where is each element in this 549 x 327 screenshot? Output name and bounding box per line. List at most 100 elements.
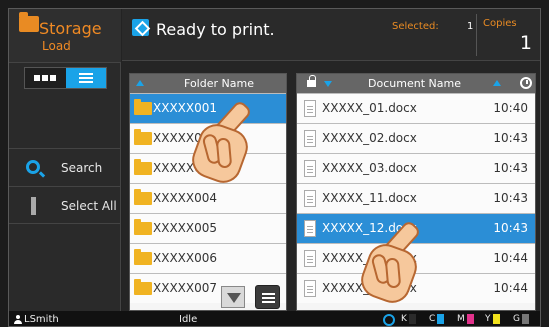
- folder-name: XXXXX006: [153, 251, 218, 265]
- document-name: XXXXX_12.docx: [322, 221, 417, 235]
- document-name: XXXXX_13.docx: [322, 251, 417, 265]
- select-all-label: Select All: [61, 199, 117, 213]
- folder-row[interactable]: XXXXX004: [130, 183, 286, 213]
- document-row[interactable]: XXXXX_14.docx 10:44: [297, 273, 535, 303]
- main-panel: Ready to print. Selected: 1 Copies 1 Fol…: [122, 9, 540, 311]
- document-name: XXXXX_03.docx: [322, 161, 417, 175]
- grid-view-button[interactable]: [25, 68, 66, 88]
- user-icon: [14, 315, 22, 324]
- folder-row[interactable]: XXXXX002: [130, 123, 286, 153]
- copies-value[interactable]: 1: [520, 32, 532, 54]
- ink-indicator: M: [457, 314, 474, 324]
- document-row[interactable]: XXXXX_13.docx 10:44: [297, 243, 535, 273]
- list-view-button[interactable]: [65, 68, 106, 88]
- document-row[interactable]: XXXXX_01.docx 10:40: [297, 93, 535, 123]
- document-row[interactable]: XXXXX_12.docx 10:43: [297, 213, 535, 243]
- ink-level-icon: [466, 314, 474, 324]
- copies-field[interactable]: Copies 1: [476, 14, 538, 56]
- document-row[interactable]: XXXXX_03.docx 10:43: [297, 153, 535, 183]
- ink-level-icon: [492, 314, 500, 324]
- lock-icon: [307, 75, 316, 87]
- selected-label: Selected:: [392, 21, 439, 32]
- document-icon: [304, 280, 316, 297]
- grid-view-icon: [34, 75, 57, 81]
- sort-arrow-icon: [324, 81, 332, 87]
- document-column-header[interactable]: Document Name: [297, 74, 535, 93]
- file-browser: Folder Name XXXXX001 XXXXX002 XXXXX003 XXXX…: [129, 73, 540, 311]
- sort-arrow-icon: [493, 80, 501, 86]
- folder-row[interactable]: XXXXX005: [130, 213, 286, 243]
- document-row[interactable]: XXXXX_11.docx 10:43: [297, 183, 535, 213]
- document-time: 10:44: [493, 251, 528, 265]
- ink-indicator: K: [401, 314, 416, 324]
- storage-load-window: Storage Load Search Select All Ready to …: [8, 8, 541, 327]
- ink-label: Y: [485, 314, 491, 324]
- select-all-icon: [31, 197, 36, 215]
- document-icon: [304, 190, 316, 207]
- ink-status-icon: [383, 314, 395, 326]
- folder-row[interactable]: XXXXX003: [130, 153, 286, 183]
- ink-indicator: C: [429, 314, 445, 324]
- machine-status: Idle: [179, 314, 198, 325]
- folder-icon: [134, 249, 152, 265]
- folder-name: XXXXX005: [153, 221, 218, 235]
- ink-level-icon: [408, 314, 416, 324]
- document-time: 10:43: [493, 221, 528, 235]
- printer-screen: Storage Load Search Select All Ready to …: [0, 0, 549, 327]
- copies-label: Copies: [483, 18, 517, 29]
- document-name-header: Document Name: [368, 77, 461, 90]
- document-icon: [304, 160, 316, 177]
- folder-list-panel: Folder Name XXXXX001 XXXXX002 XXXXX003 XXXX…: [129, 73, 287, 311]
- folder-icon: [134, 189, 152, 205]
- folder-name: XXXXX004: [153, 191, 218, 205]
- folder-name: XXXXX007: [153, 281, 218, 295]
- print-status-icon: [132, 19, 149, 36]
- folder-icon: [134, 219, 152, 235]
- search-label: Search: [61, 161, 103, 175]
- folder-icon: [134, 99, 152, 115]
- folder-menu-button[interactable]: [255, 285, 280, 309]
- folder-row[interactable]: XXXXX001: [130, 93, 286, 123]
- status-message: Ready to print.: [156, 20, 275, 39]
- document-time: 10:43: [493, 161, 528, 175]
- document-name: XXXXX_14.docx: [322, 281, 417, 295]
- document-time: 10:43: [493, 191, 528, 205]
- ink-indicator: Y: [485, 314, 500, 324]
- document-icon: [304, 100, 316, 117]
- document-name: XXXXX_02.docx: [322, 131, 417, 145]
- ink-status[interactable]: KCMYG: [383, 314, 540, 326]
- status-bar: Ready to print. Selected: 1 Copies 1: [122, 9, 540, 61]
- sort-arrow-icon: [136, 80, 144, 86]
- ink-label: K: [401, 314, 407, 324]
- document-time: 10:43: [493, 131, 528, 145]
- folder-name: XXXXX001: [153, 101, 218, 115]
- ink-level-icon: [437, 314, 445, 324]
- document-icon: [304, 250, 316, 267]
- document-name: XXXXX_11.docx: [322, 191, 417, 205]
- document-time: 10:44: [493, 281, 528, 295]
- user-name: LSmith: [24, 314, 59, 325]
- sidebar-subtitle: Load: [42, 39, 71, 53]
- ink-label: M: [457, 314, 465, 324]
- folder-name: XXXXX003: [153, 161, 218, 175]
- scroll-down-button[interactable]: [221, 286, 245, 308]
- document-time: 10:40: [493, 101, 528, 115]
- storage-header: Storage Load: [9, 9, 121, 63]
- document-name: XXXXX_01.docx: [322, 101, 417, 115]
- select-all-button[interactable]: Select All: [9, 186, 121, 224]
- folder-row[interactable]: XXXXX006: [130, 243, 286, 273]
- ink-level-icon: [521, 314, 529, 324]
- search-icon: [26, 160, 40, 174]
- view-toggle[interactable]: [24, 67, 107, 89]
- folder-name: XXXXX002: [153, 131, 218, 145]
- folder-name-header: Folder Name: [184, 77, 254, 90]
- folder-icon: [19, 12, 39, 32]
- search-button[interactable]: Search: [9, 148, 121, 186]
- document-icon: [304, 220, 316, 237]
- document-list-panel: Document Name XXXXX_01.docx 10:40 XXXXX_02…: [296, 73, 536, 311]
- list-view-icon: [78, 73, 93, 83]
- clock-icon: [520, 77, 532, 89]
- folder-column-header[interactable]: Folder Name: [130, 74, 286, 93]
- document-row[interactable]: XXXXX_02.docx 10:43: [297, 123, 535, 153]
- sidebar-title: Storage: [39, 19, 102, 38]
